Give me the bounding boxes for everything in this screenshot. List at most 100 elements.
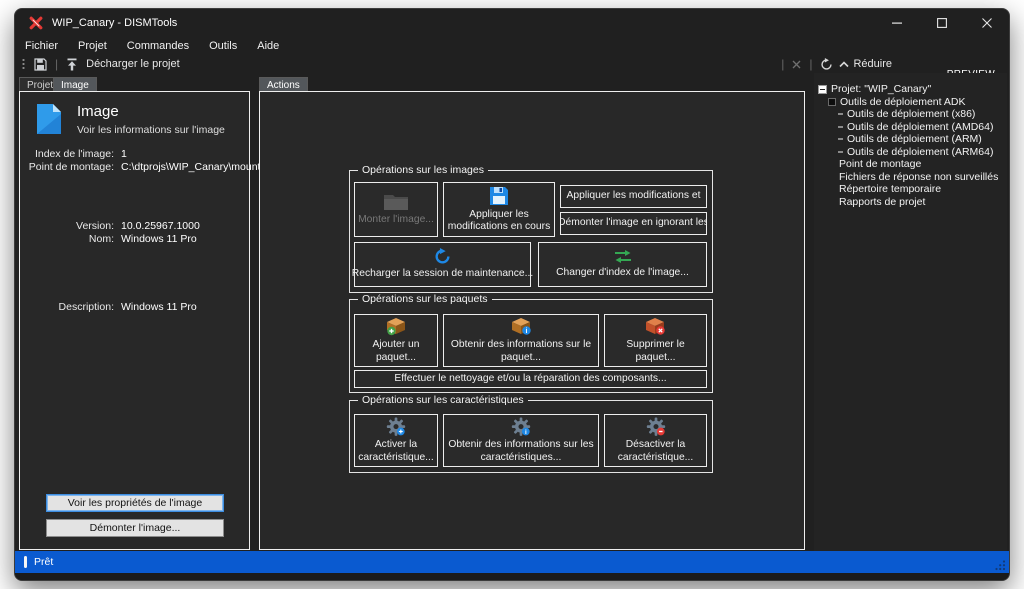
tree-leaf-icon	[838, 138, 843, 140]
field-label: Version:	[20, 220, 114, 232]
maximize-icon	[937, 18, 947, 28]
svg-text:i: i	[525, 429, 527, 436]
status-text: Prêt	[34, 556, 53, 568]
tree-item-deploy-amd64[interactable]: Outils de déploiement (AMD64)	[838, 121, 993, 133]
apply-changes-and-button[interactable]: Appliquer les modifications et	[560, 185, 707, 208]
field-label: Nom:	[20, 233, 114, 245]
mount-image-button[interactable]: Monter l'image...	[354, 182, 438, 237]
field-value: Windows 11 Pro	[121, 233, 197, 245]
change-image-index-button[interactable]: Changer d'index de l'image...	[538, 242, 707, 287]
field-label: Description:	[20, 301, 114, 313]
apply-pending-changes-button[interactable]: Appliquer les modifications en cours	[443, 182, 555, 237]
tree-node-icon[interactable]	[828, 98, 836, 106]
disable-feature-button[interactable]: Désactiver la caractéristique...	[604, 414, 707, 467]
get-feature-info-button[interactable]: i Obtenir des informations sur les carac…	[443, 414, 599, 467]
tree-leaf-icon	[838, 113, 843, 115]
field-description: Description: Windows 11 Pro	[20, 301, 249, 313]
field-value: C:\dtprojs\WIP_Canary\mount	[121, 161, 260, 173]
button-label: Obtenir des informations sur les caracté…	[447, 439, 595, 464]
status-indicator-icon	[24, 556, 27, 568]
reload-servicing-session-button[interactable]: Recharger la session de maintenance...	[354, 242, 531, 287]
button-label: Monter l'image...	[358, 214, 434, 226]
tree-item-adk[interactable]: Outils de déploiement ADK	[828, 96, 966, 108]
toolbar-separator: |	[809, 57, 812, 71]
unload-project-button[interactable]	[63, 58, 81, 71]
field-label: Point de montage:	[20, 161, 114, 173]
field-version: Version: 10.0.25967.1000	[20, 220, 249, 232]
tree-item-project-reports[interactable]: Rapports de projet	[839, 196, 925, 208]
field-label: Index de l'image:	[20, 148, 114, 160]
group-title: Opérations sur les paquets	[358, 293, 492, 305]
component-cleanup-button[interactable]: Effectuer le nettoyage et/ou la réparati…	[354, 370, 707, 388]
resize-grip[interactable]	[995, 560, 1006, 571]
unmount-discard-button[interactable]: Démonter l'image en ignorant les	[560, 212, 707, 235]
toolbar: | Décharger le projet | | Réduire	[15, 55, 1009, 73]
collapse-panel-button[interactable]: Réduire	[836, 58, 895, 70]
tree-item-label: Outils de déploiement (ARM64)	[847, 146, 993, 158]
button-label: Appliquer les modifications et	[567, 190, 701, 202]
tree-item-temp-dir[interactable]: Répertoire temporaire	[839, 183, 941, 195]
maximize-button[interactable]	[919, 9, 964, 37]
chevron-up-icon	[839, 61, 849, 68]
project-tree: Projet: "WIP_Canary" Outils de déploieme…	[814, 73, 1007, 551]
enable-feature-button[interactable]: Activer la caractéristique...	[354, 414, 438, 467]
tree-root-project[interactable]: Projet: "WIP_Canary"	[818, 83, 931, 95]
get-package-info-button[interactable]: i Obtenir des informations sur le paquet…	[443, 314, 599, 367]
tree-item-label: Répertoire temporaire	[839, 183, 941, 195]
menu-projet[interactable]: Projet	[68, 38, 117, 54]
folder-icon	[383, 192, 409, 211]
group-title: Opérations sur les images	[358, 164, 488, 176]
button-label: Ajouter un paquet...	[358, 339, 434, 364]
stop-button[interactable]	[789, 60, 804, 69]
field-value: Windows 11 Pro	[121, 301, 197, 313]
tree-item-deploy-arm[interactable]: Outils de déploiement (ARM)	[838, 133, 982, 145]
button-label: Appliquer les modifications en cours	[447, 209, 551, 234]
gear-disable-icon	[646, 417, 666, 436]
tab-projet-label: Projet	[27, 80, 53, 91]
refresh-icon	[820, 58, 833, 71]
status-bar: Prêt	[15, 551, 1009, 573]
tab-actions-label: Actions	[267, 80, 300, 91]
actions-panel: Opérations sur les images Monter l'image…	[259, 91, 805, 550]
unload-icon	[66, 58, 78, 71]
menu-fichier[interactable]: Fichier	[15, 38, 68, 54]
tree-item-label: Rapports de projet	[839, 196, 925, 208]
group-title: Opérations sur les caractéristiques	[358, 394, 528, 406]
button-label: Changer d'index de l'image...	[556, 267, 689, 279]
close-button[interactable]	[964, 9, 1009, 37]
tab-image[interactable]: Image	[53, 77, 97, 92]
tree-leaf-icon	[838, 151, 843, 153]
unmount-image-button[interactable]: Démonter l'image...	[46, 519, 224, 537]
remove-package-button[interactable]: Supprimer le paquet...	[604, 314, 707, 367]
collapse-panel-label[interactable]: Réduire	[853, 58, 892, 70]
menu-commandes[interactable]: Commandes	[117, 38, 199, 54]
tree-item-label: Fichiers de réponse non surveillés	[839, 171, 998, 183]
toolbar-grip-handle[interactable]	[22, 58, 25, 71]
package-add-icon	[386, 317, 407, 336]
unload-project-label[interactable]: Décharger le projet	[86, 58, 180, 70]
package-remove-icon	[645, 317, 666, 336]
field-value: 1	[121, 148, 127, 160]
save-blue-icon	[489, 186, 509, 206]
panel-title: Image	[77, 103, 119, 120]
button-label: Voir les propriétés de l'image	[68, 497, 203, 509]
tree-item-answer-files[interactable]: Fichiers de réponse non surveillés	[839, 171, 998, 183]
button-label: Supprimer le paquet...	[608, 339, 703, 364]
tree-item-deploy-x86[interactable]: Outils de déploiement (x86)	[838, 108, 975, 120]
view-image-properties-button[interactable]: Voir les propriétés de l'image	[46, 494, 224, 512]
add-package-button[interactable]: Ajouter un paquet...	[354, 314, 438, 367]
package-info-icon: i	[511, 317, 532, 336]
menu-outils[interactable]: Outils	[199, 38, 247, 54]
close-icon	[982, 18, 992, 28]
tree-collapse-icon[interactable]	[818, 85, 827, 94]
minimize-button[interactable]	[874, 9, 919, 37]
refresh-tree-button[interactable]	[817, 58, 836, 71]
menu-aide[interactable]: Aide	[247, 38, 289, 54]
dismiss-icon	[792, 60, 801, 69]
save-project-button[interactable]	[31, 58, 50, 71]
tree-item-deploy-arm64[interactable]: Outils de déploiement (ARM64)	[838, 146, 993, 158]
field-name: Nom: Windows 11 Pro	[20, 233, 249, 245]
tab-actions[interactable]: Actions	[259, 77, 308, 92]
tree-item-mount-point[interactable]: Point de montage	[839, 158, 921, 170]
toolbar-separator: |	[55, 57, 58, 71]
